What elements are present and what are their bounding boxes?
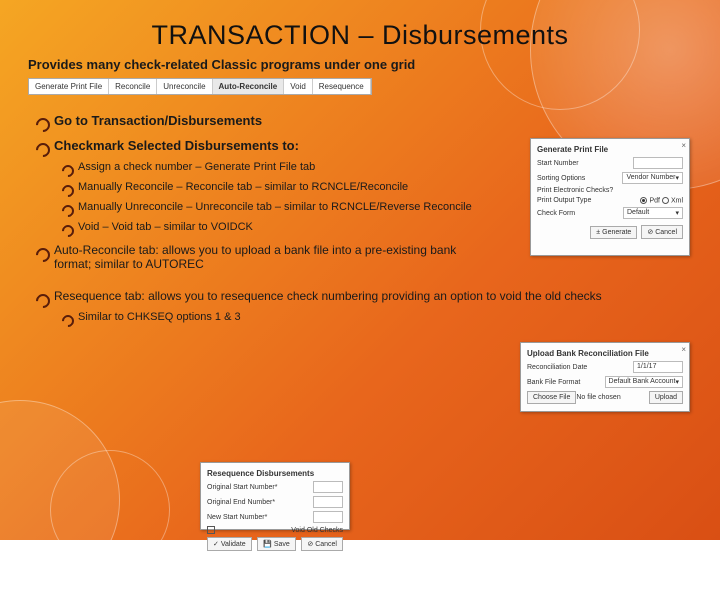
- panel-generate-print-file: × Generate Print File Start Number Sorti…: [530, 138, 690, 256]
- label-print-electronic: Print Electronic Checks?: [537, 187, 613, 194]
- input-start-number[interactable]: [633, 157, 683, 169]
- tab-void[interactable]: Void: [284, 79, 313, 94]
- tab-bar: Generate Print File Reconcile Unreconcil…: [28, 78, 372, 95]
- label-new-start: New Start Number*: [207, 514, 267, 521]
- input-new-start[interactable]: [313, 511, 343, 523]
- chevron-down-icon: ▾: [675, 378, 679, 386]
- panel-resequence: Resequence Disbursements Original Start …: [200, 462, 350, 530]
- radio-pdf[interactable]: [640, 197, 647, 204]
- label-sorting: Sorting Options: [537, 175, 585, 182]
- slide-title: TRANSACTION – Disbursements: [28, 20, 692, 51]
- select-bank-format[interactable]: Default Bank Account▾: [605, 376, 683, 388]
- panel3-title: Resequence Disbursements: [207, 469, 343, 478]
- generate-button[interactable]: ± Generate: [590, 226, 637, 239]
- label-orig-end: Original End Number*: [207, 499, 275, 506]
- tab-resequence[interactable]: Resequence: [313, 79, 371, 94]
- label-output-type: Print Output Type: [537, 197, 591, 204]
- choose-file-button[interactable]: Choose File: [527, 391, 576, 404]
- tab-auto-reconcile[interactable]: Auto-Reconcile: [213, 79, 285, 94]
- label-bank-format: Bank File Format: [527, 379, 580, 386]
- tab-unreconcile[interactable]: Unreconcile: [157, 79, 212, 94]
- bullet-chkseq: Similar to CHKSEQ options 1 & 3: [62, 311, 692, 323]
- tab-generate[interactable]: Generate Print File: [29, 79, 109, 94]
- cancel-button[interactable]: ⊘ Cancel: [301, 537, 343, 551]
- cancel-button[interactable]: ⊘ Cancel: [641, 225, 683, 239]
- label-orig-start: Original Start Number*: [207, 484, 277, 491]
- label-recon-date: Reconciliation Date: [527, 364, 587, 371]
- slide-subtitle: Provides many check-related Classic prog…: [28, 57, 692, 72]
- label-check-form: Check Form: [537, 210, 575, 217]
- panel2-title: Upload Bank Reconciliation File: [527, 349, 683, 358]
- radio-xml[interactable]: [662, 197, 669, 204]
- panel-upload-bank-file: × Upload Bank Reconciliation File Reconc…: [520, 342, 690, 412]
- save-button[interactable]: 💾 Save: [257, 537, 296, 551]
- panel1-title: Generate Print File: [537, 145, 683, 154]
- label-void-old: Void Old Checks: [291, 527, 343, 534]
- input-orig-start[interactable]: [313, 481, 343, 493]
- bullet-autorec: Auto-Reconcile tab: allows you to upload…: [36, 243, 486, 271]
- chevron-down-icon: ▾: [675, 209, 679, 217]
- chevron-down-icon: ▾: [675, 174, 679, 182]
- bullet-goto: Go to Transaction/Disbursements: [36, 113, 692, 128]
- input-recon-date[interactable]: 1/1/17: [633, 361, 683, 373]
- validate-button[interactable]: ✓ Validate: [207, 537, 252, 551]
- label-start-number: Start Number: [537, 160, 579, 167]
- checkbox-void-old[interactable]: [207, 526, 215, 534]
- bullet-resequence: Resequence tab: allows you to resequence…: [36, 289, 692, 303]
- select-sorting[interactable]: Vendor Number▾: [622, 172, 683, 184]
- close-icon[interactable]: ×: [681, 345, 686, 354]
- select-check-form[interactable]: Default▾: [623, 207, 683, 219]
- close-icon[interactable]: ×: [681, 141, 686, 150]
- upload-button[interactable]: Upload: [649, 391, 683, 404]
- tab-reconcile[interactable]: Reconcile: [109, 79, 157, 94]
- no-file-text: No file chosen: [576, 394, 620, 401]
- input-orig-end[interactable]: [313, 496, 343, 508]
